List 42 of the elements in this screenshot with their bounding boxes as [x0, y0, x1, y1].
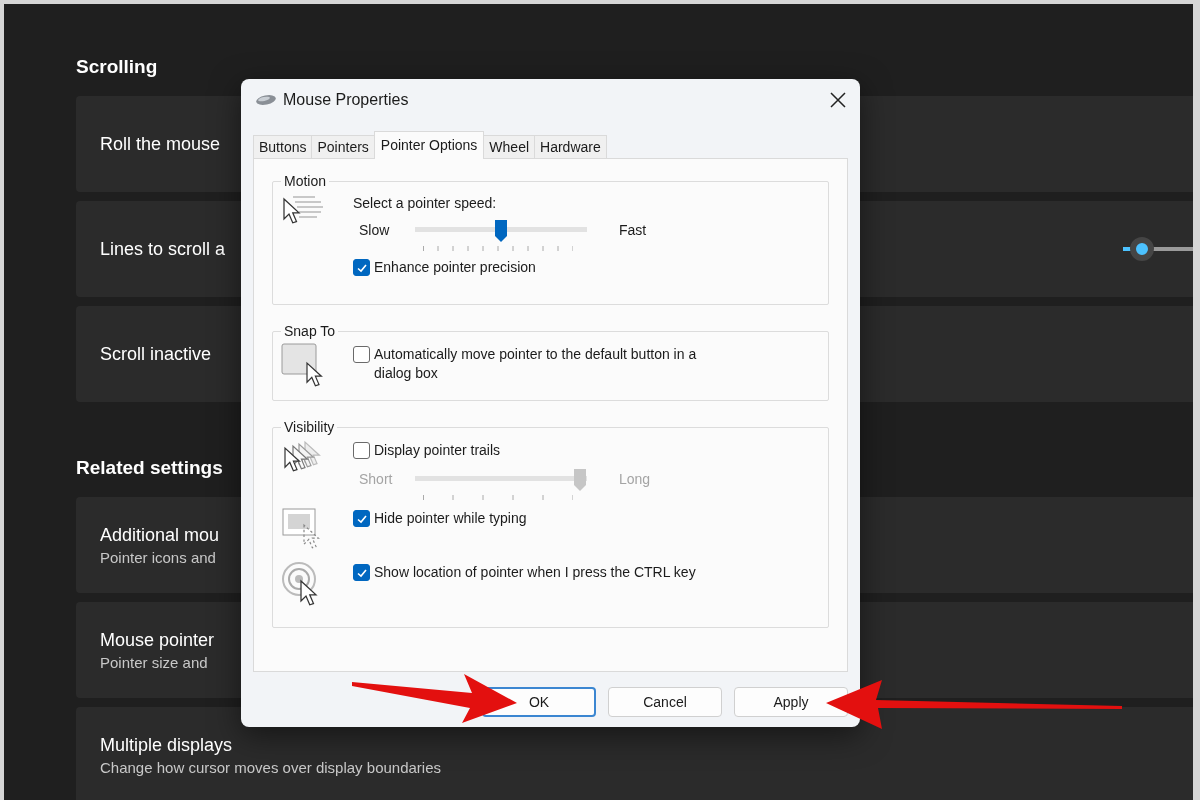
slider-thumb[interactable]	[1129, 237, 1154, 261]
card-subtitle: Pointer icons and	[100, 548, 217, 566]
slider-max-label: Long	[618, 470, 652, 487]
tab[interactable]: Buttons	[253, 135, 313, 158]
group-label: Snap To	[283, 323, 337, 339]
checkbox[interactable]	[353, 442, 370, 459]
card-title: Roll the mouse	[100, 133, 221, 155]
checkbox[interactable]	[353, 510, 370, 527]
card-title: Mouse pointer	[100, 629, 215, 651]
slider-max-label: Fast	[618, 221, 648, 238]
checkbox-label[interactable]: Display pointer trails	[374, 441, 501, 460]
window-title: Mouse Properties	[283, 91, 409, 109]
slider-min-label: Short	[358, 470, 394, 487]
mouse-icon	[255, 94, 277, 106]
checkbox[interactable]	[353, 346, 370, 363]
close-icon[interactable]	[830, 92, 846, 108]
dialog-button[interactable]: Cancel	[608, 687, 722, 717]
checkbox-label[interactable]: Enhance pointer precision	[374, 258, 536, 277]
checkbox-label[interactable]: Show location of pointer when I press the CTRL key	[374, 563, 696, 582]
card-title: Lines to scroll a	[100, 238, 226, 260]
group-label: Motion	[283, 173, 328, 189]
slider-thumb[interactable]	[494, 219, 508, 243]
snap-button-icon	[281, 343, 325, 389]
checkbox[interactable]	[353, 564, 370, 581]
section-heading: Related settings	[76, 457, 223, 480]
group-label: Visibility	[283, 419, 336, 435]
slider-min-label: Slow	[358, 221, 391, 238]
tab[interactable]: Pointer Options	[373, 131, 485, 159]
card-title: Additional mou	[100, 524, 220, 546]
tab[interactable]: Pointers	[311, 135, 375, 158]
checkbox[interactable]	[353, 259, 370, 276]
checkbox-label[interactable]: Automatically move pointer to the default button in a dialog box	[374, 345, 734, 383]
dialog-button[interactable]: Apply	[734, 687, 848, 717]
slider-caption: Select a pointer speed:	[353, 195, 498, 211]
section-heading: Scrolling	[76, 56, 158, 79]
tab[interactable]: Hardware	[534, 135, 607, 158]
card-subtitle: Change how cursor moves over display boundaries	[100, 758, 441, 776]
card-title: Scroll inactive	[100, 343, 212, 365]
tab[interactable]: Wheel	[483, 135, 536, 158]
checkbox-label[interactable]: Hide pointer while typing	[374, 509, 527, 528]
card-subtitle: Pointer size and	[100, 653, 209, 671]
card-title: Multiple displays	[100, 734, 234, 756]
